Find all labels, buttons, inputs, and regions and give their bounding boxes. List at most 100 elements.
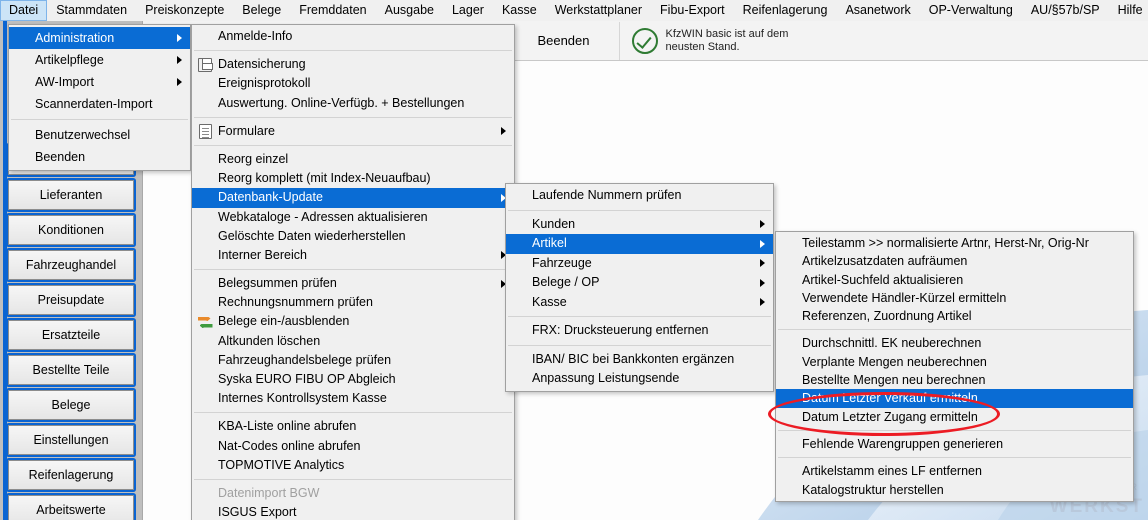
menu-artikel-item-verplante-mengen-neuberechnen[interactable]: Verplante Mengen neuberechnen [776,353,1133,371]
menu-datenbank-update-item-iban-bic-bei-bankkonten-ergänzen[interactable]: IBAN/ BIC bei Bankkonten ergänzen [506,350,773,370]
menu-item-label: Datum Letzter Verkauf ermitteln [802,391,978,406]
menubar-item-fremddaten[interactable]: Fremddaten [290,0,375,21]
menu-datei-item-administration[interactable]: Administration [9,27,190,49]
menu-artikel-item-referenzen-zuordnung-artikel[interactable]: Referenzen, Zuordnung Artikel [776,307,1133,325]
menu-datenbank-update-item-artikel[interactable]: Artikel [506,234,773,254]
menu-item-label: Artikelstamm eines LF entfernen [802,464,982,479]
menu-datei-item-beenden[interactable]: Beenden [9,146,190,168]
menubar-item-ausgabe[interactable]: Ausgabe [376,0,443,21]
menubar-item-fibu-export[interactable]: Fibu-Export [651,0,734,21]
menu-separator [194,50,512,52]
menu-datenbank-update-item-belege-op[interactable]: Belege / OP [506,273,773,293]
sidebar-item-preisupdate[interactable]: Preisupdate [8,285,134,315]
menu-administration-item-internes-kontrollsystem-kasse[interactable]: Internes Kontrollsystem Kasse [192,389,514,408]
sidebar-item-arbeitswerte[interactable]: Arbeitswerte [8,495,134,520]
menu-administration-item-webkataloge-adressen-aktualisieren[interactable]: Webkataloge - Adressen aktualisieren [192,208,514,227]
update-status-text: KfzWIN basic ist auf dem neusten Stand. [665,27,789,53]
menu-administration-item-belegsummen-prüfen[interactable]: Belegsummen prüfen [192,274,514,293]
menu-artikel-item-durchschnittl-ek-neuberechnen[interactable]: Durchschnittl. EK neuberechnen [776,334,1133,352]
menu-item-label: Artikelzusatzdaten aufräumen [802,254,968,269]
menubar-item-belege[interactable]: Belege [233,0,290,21]
menu-administration-item-reorg-einzel[interactable]: Reorg einzel [192,150,514,169]
menu-separator [778,457,1131,459]
menu-item-label: Benutzerwechsel [35,128,131,142]
menu-artikel-item-katalogstruktur-herstellen[interactable]: Katalogstruktur herstellen [776,481,1133,499]
submenu-arrow-icon [177,78,182,86]
menu-artikel-item-datum-letzter-zugang-ermitteln[interactable]: Datum Letzter Zugang ermitteln [776,408,1133,426]
sidebar-item-konditionen[interactable]: Konditionen [8,215,134,245]
menu-administration-item-isgus-export[interactable]: ISGUS Export [192,503,514,520]
menu-administration-item-ereignisprotokoll[interactable]: Ereignisprotokoll [192,74,514,93]
sidebar-item-ersatzteile[interactable]: Ersatzteile [8,320,134,350]
menu-item-label: Ereignisprotokoll [218,76,311,91]
menu-administration-item-rechnungsnummern-prüfen[interactable]: Rechnungsnummern prüfen [192,293,514,312]
sidebar-item-label: Konditionen [37,223,105,237]
menu-administration-item-datensicherung[interactable]: Datensicherung [192,55,514,74]
menu-datenbank-update-item-kasse[interactable]: Kasse [506,293,773,313]
sidebar-item-lieferanten[interactable]: Lieferanten [8,180,134,210]
menu-datenbank-update-item-fahrzeuge[interactable]: Fahrzeuge [506,254,773,274]
menu-administration-item-syska-euro-fibu-op-abgleich[interactable]: Syska EURO FIBU OP Abgleich [192,370,514,389]
submenu-arrow-icon [760,278,765,287]
menubar-item-preiskonzepte[interactable]: Preiskonzepte [136,0,233,21]
menubar-item-hilfe[interactable]: Hilfe [1109,0,1148,21]
menu-artikel-item-fehlende-warengruppen-generieren[interactable]: Fehlende Warengruppen generieren [776,435,1133,453]
menu-item-label: Kunden [532,216,576,231]
submenu-arrow-icon [177,56,182,64]
sidebar-item-belege[interactable]: Belege [8,390,134,420]
menu-datei-item-benutzerwechsel[interactable]: Benutzerwechsel [9,124,190,146]
menu-administration-item-nat-codes-online-abrufen[interactable]: Nat-Codes online abrufen [192,437,514,456]
menu-administration-item-interner-bereich[interactable]: Interner Bereich [192,246,514,265]
menubar-item-datei[interactable]: Datei [0,0,48,21]
menu-administration-item-altkunden-löschen[interactable]: Altkunden löschen [192,332,514,351]
menubar-item-stammdaten[interactable]: Stammdaten [47,0,136,21]
toolbar-button-beenden[interactable]: Beenden [514,22,612,60]
menu-administration-item-gelöschte-daten-wiederherstellen[interactable]: Gelöschte Daten wiederherstellen [192,227,514,246]
menu-artikel-item-teilestamm-normalisierte-artnr-herst-nr-orig-nr[interactable]: Teilestamm >> normalisierte Artnr, Herst… [776,234,1133,252]
menu-administration-item-formulare[interactable]: Formulare [192,122,514,141]
menu-administration-item-datenbank-update[interactable]: Datenbank-Update [192,188,514,208]
menu-artikel-item-artikel-suchfeld-aktualisieren[interactable]: Artikel-Suchfeld aktualisieren [776,271,1133,289]
menu-datei-item-aw-import[interactable]: AW-Import [9,71,190,93]
menu-datei-item-artikelpflege[interactable]: Artikelpflege [9,49,190,71]
menu-item-label: Formulare [218,123,275,138]
menu-separator [508,316,771,317]
menubar-item-kasse[interactable]: Kasse [493,0,546,21]
menu-item-label: Datenimport BGW [218,485,320,500]
menu-datenbank-update-item-kunden[interactable]: Kunden [506,215,773,235]
menubar-item-op-verwaltung[interactable]: OP-Verwaltung [920,0,1022,21]
sidebar-item-label: Reifenlagerung [28,468,114,482]
sidebar-item-bestellte-teile[interactable]: Bestellte Teile [8,355,134,385]
menu-administration-item-kba-liste-online-abrufen[interactable]: KBA-Liste online abrufen [192,417,514,436]
sidebar-item-label: Fahrzeughandel [25,258,117,272]
menu-datenbank-update-item-laufende-nummern-prüfen[interactable]: Laufende Nummern prüfen [506,186,773,206]
menu-administration-item-topmotive-analytics[interactable]: TOPMOTIVE Analytics [192,456,514,475]
menu-administration-item-belege-ein-ausblenden[interactable]: Belege ein-/ausblenden [192,312,514,331]
sidebar-item-einstellungen[interactable]: Einstellungen [8,425,134,455]
menu-datenbank-update-item-frx-drucksteuerung-entfernen[interactable]: FRX: Drucksteuerung entfernen [506,321,773,341]
submenu-arrow-icon [760,220,765,229]
menu-artikel-item-artikelstamm-eines-lf-entfernen[interactable]: Artikelstamm eines LF entfernen [776,462,1133,480]
menu-administration-item-auswertung-online-verfügb-bestellungen[interactable]: Auswertung. Online-Verfügb. + Bestellung… [192,94,514,113]
menubar-item-lager[interactable]: Lager [443,0,493,21]
menu-artikel-item-bestellte-mengen-neu-berechnen[interactable]: Bestellte Mengen neu berechnen [776,371,1133,389]
menu-item-icon-slot [192,123,218,139]
menubar-item-reifenlagerung[interactable]: Reifenlagerung [734,0,837,21]
menu-artikel-item-verwendete-händler-kürzel-ermitteln[interactable]: Verwendete Händler-Kürzel ermitteln [776,289,1133,307]
menu-datei-item-scannerdaten-import[interactable]: Scannerdaten-Import [9,93,190,115]
menu-administration-item-reorg-komplett-mit-index-neuaufbau[interactable]: Reorg komplett (mit Index-Neuaufbau) [192,169,514,188]
menu-item-label: Fehlende Warengruppen generieren [802,436,1004,451]
menubar-item-werkstattplaner[interactable]: Werkstattplaner [546,0,651,21]
menu-administration-item-fahrzeughandelsbelege-prüfen[interactable]: Fahrzeughandelsbelege prüfen [192,351,514,370]
sidebar-item-fahrzeughandel[interactable]: Fahrzeughandel [8,250,134,280]
menu-item-label: FRX: Drucksteuerung entfernen [532,323,709,337]
menubar-item-asanetwork[interactable]: Asanetwork [836,0,919,21]
sidebar-item-reifenlagerung[interactable]: Reifenlagerung [8,460,134,490]
menu-artikel-item-datum-letzter-verkauf-ermitteln[interactable]: Datum Letzter Verkauf ermitteln [776,389,1133,408]
menu-item-label: Referenzen, Zuordnung Artikel [802,309,972,324]
menu-administration-item-anmelde-info[interactable]: Anmelde-Info [192,27,514,46]
menu-artikel-item-artikelzusatzdaten-aufräumen[interactable]: Artikelzusatzdaten aufräumen [776,252,1133,270]
menu-item-label: Durchschnittl. EK neuberechnen [802,336,982,351]
menu-datenbank-update-item-anpassung-leistungsende[interactable]: Anpassung Leistungsende [506,369,773,389]
menubar-item-au-57b-sp[interactable]: AU/§57b/SP [1022,0,1109,21]
